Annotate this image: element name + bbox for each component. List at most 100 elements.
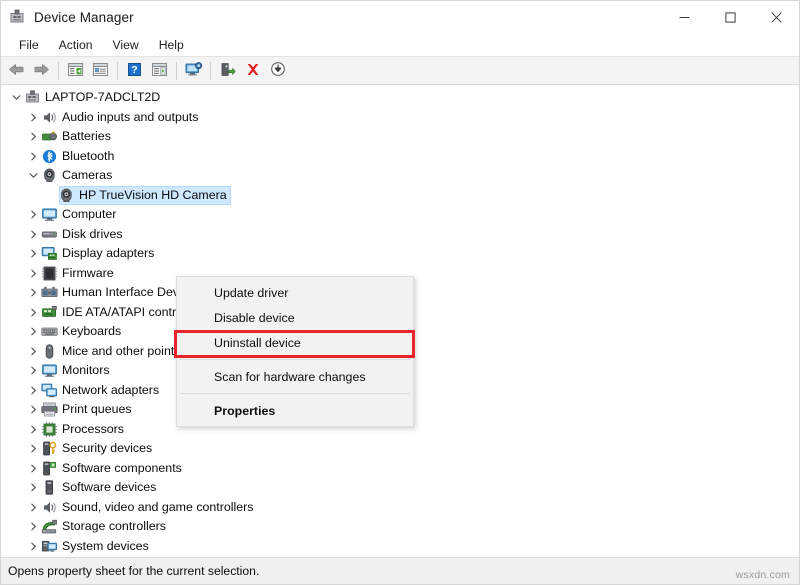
chevron-right-icon[interactable]: [25, 147, 41, 166]
chevron-down-icon[interactable]: [8, 88, 24, 107]
speaker-icon: [41, 499, 58, 516]
menu-view[interactable]: View: [104, 35, 148, 55]
tree-item-audio-inputs-and-outputs[interactable]: Audio inputs and outputs: [1, 108, 799, 128]
tree-item-software-devices[interactable]: Software devices: [1, 478, 799, 498]
mouse-icon: [41, 343, 58, 360]
tree-item-label: Sound, video and game controllers: [62, 499, 254, 514]
chevron-right-icon[interactable]: [25, 225, 41, 244]
scan-hardware-changes-button[interactable]: [181, 59, 206, 82]
keyboard-icon: [41, 323, 58, 340]
console-tree-icon: [67, 62, 84, 80]
properties-icon: [92, 62, 109, 80]
tree-item-software-components[interactable]: Software components: [1, 459, 799, 479]
tree-item-security-devices[interactable]: Security devices: [1, 439, 799, 459]
camera-icon: [58, 187, 75, 204]
storage-controller-icon: [41, 518, 58, 535]
status-bar: Opens property sheet for the current sel…: [1, 557, 799, 584]
status-bar-text: Opens property sheet for the current sel…: [8, 564, 260, 578]
context-menu-update-driver[interactable]: Update driver: [177, 280, 413, 305]
chevron-right-icon[interactable]: [25, 244, 41, 263]
menu-help[interactable]: Help: [150, 35, 193, 55]
uninstall-device-button[interactable]: [240, 59, 265, 82]
menu-file[interactable]: File: [10, 35, 48, 55]
tree-item-display-adapters[interactable]: Display adapters: [1, 244, 799, 264]
tree-item-label: Audio inputs and outputs: [62, 109, 199, 124]
menu-bar: File Action View Help: [1, 33, 799, 56]
context-menu-properties[interactable]: Properties: [177, 398, 413, 423]
chevron-right-icon[interactable]: [25, 478, 41, 497]
properties-button[interactable]: [88, 59, 113, 82]
tree-item-hp-truevision-hd-camera[interactable]: HP TrueVision HD Camera: [1, 185, 799, 205]
context-menu-scan-for-hardware-changes[interactable]: Scan for hardware changes: [177, 364, 413, 389]
camera-icon: [41, 167, 58, 184]
chevron-right-icon[interactable]: [25, 381, 41, 400]
red-x-icon: [245, 62, 261, 80]
minimize-button[interactable]: [661, 1, 707, 33]
watermark: wsxdn.com: [735, 569, 790, 581]
tree-item-root[interactable]: LAPTOP-7ADCLT2D: [1, 88, 799, 108]
back-arrow-icon: [8, 62, 25, 80]
tree-item-label: Cameras: [62, 168, 113, 183]
toolbar: ?: [1, 56, 799, 85]
disable-device-button[interactable]: [265, 59, 290, 82]
device-tree[interactable]: LAPTOP-7ADCLT2D Audio inputs and outputs B…: [1, 85, 799, 557]
chevron-right-icon[interactable]: [25, 537, 41, 556]
monitor-icon: [41, 362, 58, 379]
disk-drive-icon: [41, 226, 58, 243]
processor-icon: [41, 421, 58, 438]
chevron-right-icon[interactable]: [25, 459, 41, 478]
tree-item-label: Monitors: [62, 363, 110, 378]
window-controls: [661, 1, 799, 33]
toolbar-separator-2: [117, 61, 118, 80]
chevron-right-icon[interactable]: [25, 127, 41, 146]
security-key-icon: [41, 440, 58, 457]
context-menu-separator-2: [180, 393, 410, 394]
monitor-icon: [41, 206, 58, 223]
help-button[interactable]: ?: [122, 59, 147, 82]
toolbar-separator-3: [176, 61, 177, 80]
show-hide-console-tree-button[interactable]: [63, 59, 88, 82]
tree-item-cameras[interactable]: Cameras: [1, 166, 799, 186]
update-driver-button[interactable]: [215, 59, 240, 82]
forward-button[interactable]: [29, 59, 54, 82]
chevron-right-icon[interactable]: [25, 205, 41, 224]
maximize-button[interactable]: [707, 1, 753, 33]
context-menu-uninstall-device[interactable]: Uninstall device: [177, 330, 413, 355]
display-adapter-icon: [41, 245, 58, 262]
tree-item-sound-video-and-game-controllers[interactable]: Sound, video and game controllers: [1, 498, 799, 518]
show-hide-action-pane-button[interactable]: [147, 59, 172, 82]
menu-action[interactable]: Action: [50, 35, 102, 55]
tree-item-computer[interactable]: Computer: [1, 205, 799, 225]
chevron-right-icon[interactable]: [25, 108, 41, 127]
printer-icon: [41, 401, 58, 418]
tree-item-system-devices[interactable]: System devices: [1, 537, 799, 557]
chevron-right-icon[interactable]: [25, 264, 41, 283]
chevron-right-icon[interactable]: [25, 400, 41, 419]
bluetooth-icon: [41, 148, 58, 165]
chevron-right-icon[interactable]: [25, 322, 41, 341]
chevron-right-icon[interactable]: [25, 303, 41, 322]
action-pane-icon: [151, 62, 168, 80]
back-button[interactable]: [4, 59, 29, 82]
context-menu[interactable]: Update driver Disable device Uninstall d…: [174, 276, 415, 427]
ide-controller-icon: [41, 304, 58, 321]
tree-item-storage-controllers[interactable]: Storage controllers: [1, 517, 799, 537]
chevron-right-icon[interactable]: [25, 342, 41, 361]
tree-item-batteries[interactable]: Batteries: [1, 127, 799, 147]
chevron-right-icon[interactable]: [25, 361, 41, 380]
chevron-right-icon[interactable]: [25, 283, 41, 302]
tree-item-bluetooth[interactable]: Bluetooth: [1, 147, 799, 167]
close-button[interactable]: [753, 1, 799, 33]
tree-item-disk-drives[interactable]: Disk drives: [1, 225, 799, 245]
chevron-right-icon[interactable]: [25, 439, 41, 458]
chevron-right-icon[interactable]: [25, 420, 41, 439]
chevron-right-icon[interactable]: [25, 498, 41, 517]
context-menu-separator-1: [180, 359, 410, 360]
toolbar-separator-1: [58, 61, 59, 80]
chevron-right-icon[interactable]: [25, 517, 41, 536]
context-menu-disable-device[interactable]: Disable device: [177, 305, 413, 330]
chevron-right-icon[interactable]: [25, 556, 41, 557]
tree-item-label: Firmware: [62, 265, 114, 280]
device-manager-window: Device Manager File Action View Help ? L…: [0, 0, 800, 585]
chevron-down-icon[interactable]: [25, 166, 41, 185]
